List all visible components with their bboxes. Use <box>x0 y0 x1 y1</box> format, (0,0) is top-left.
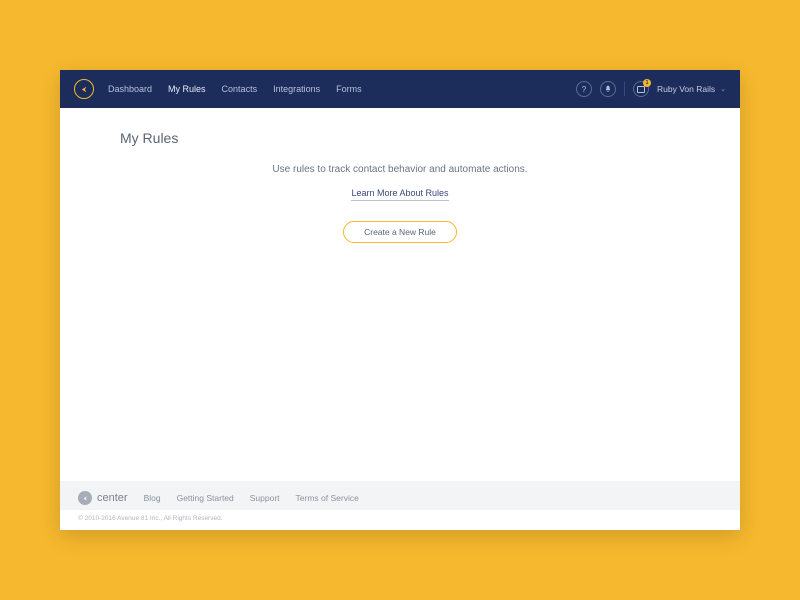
footer-link-getting-started[interactable]: Getting Started <box>177 493 234 503</box>
user-menu[interactable]: Ruby Von Rails ⌄ <box>657 84 726 94</box>
learn-more-link[interactable]: Learn More About Rules <box>351 188 448 201</box>
brand-logo-icon[interactable] <box>74 79 94 99</box>
nav-right: ? 1 Ruby Von Rails ⌄ <box>576 81 726 97</box>
user-name-label: Ruby Von Rails <box>657 84 715 94</box>
bell-icon[interactable] <box>600 81 616 97</box>
nav-item-dashboard[interactable]: Dashboard <box>108 84 152 94</box>
nav-item-contacts[interactable]: Contacts <box>222 84 258 94</box>
main-content: My Rules Use rules to track contact beha… <box>60 108 740 481</box>
notification-badge: 1 <box>643 79 651 87</box>
footer-brand-label: center <box>97 492 128 504</box>
create-rule-button[interactable]: Create a New Rule <box>343 221 457 243</box>
footer-link-terms[interactable]: Terms of Service <box>296 493 359 503</box>
chevron-down-icon: ⌄ <box>720 85 726 93</box>
nav-item-my-rules[interactable]: My Rules <box>168 84 206 94</box>
nav-divider <box>624 82 625 96</box>
page-title: My Rules <box>120 130 680 146</box>
top-nav: Dashboard My Rules Contacts Integrations… <box>60 70 740 108</box>
copyright: © 2010-2016 Avenue 81 Inc., All Rights R… <box>60 510 740 530</box>
empty-description: Use rules to track contact behavior and … <box>120 164 680 175</box>
footer-link-blog[interactable]: Blog <box>144 493 161 503</box>
empty-state: Use rules to track contact behavior and … <box>120 164 680 243</box>
footer: center Blog Getting Started Support Term… <box>60 481 740 510</box>
help-icon-glyph: ? <box>582 85 586 94</box>
footer-links: Blog Getting Started Support Terms of Se… <box>144 493 359 503</box>
help-icon[interactable]: ? <box>576 81 592 97</box>
nav-item-integrations[interactable]: Integrations <box>273 84 320 94</box>
footer-link-support[interactable]: Support <box>250 493 280 503</box>
nav-items: Dashboard My Rules Contacts Integrations… <box>108 84 362 94</box>
footer-logo: center <box>78 491 128 505</box>
app-switcher-icon[interactable]: 1 <box>633 81 649 97</box>
footer-logo-icon <box>78 491 92 505</box>
app-window: Dashboard My Rules Contacts Integrations… <box>60 70 740 530</box>
nav-item-forms[interactable]: Forms <box>336 84 362 94</box>
